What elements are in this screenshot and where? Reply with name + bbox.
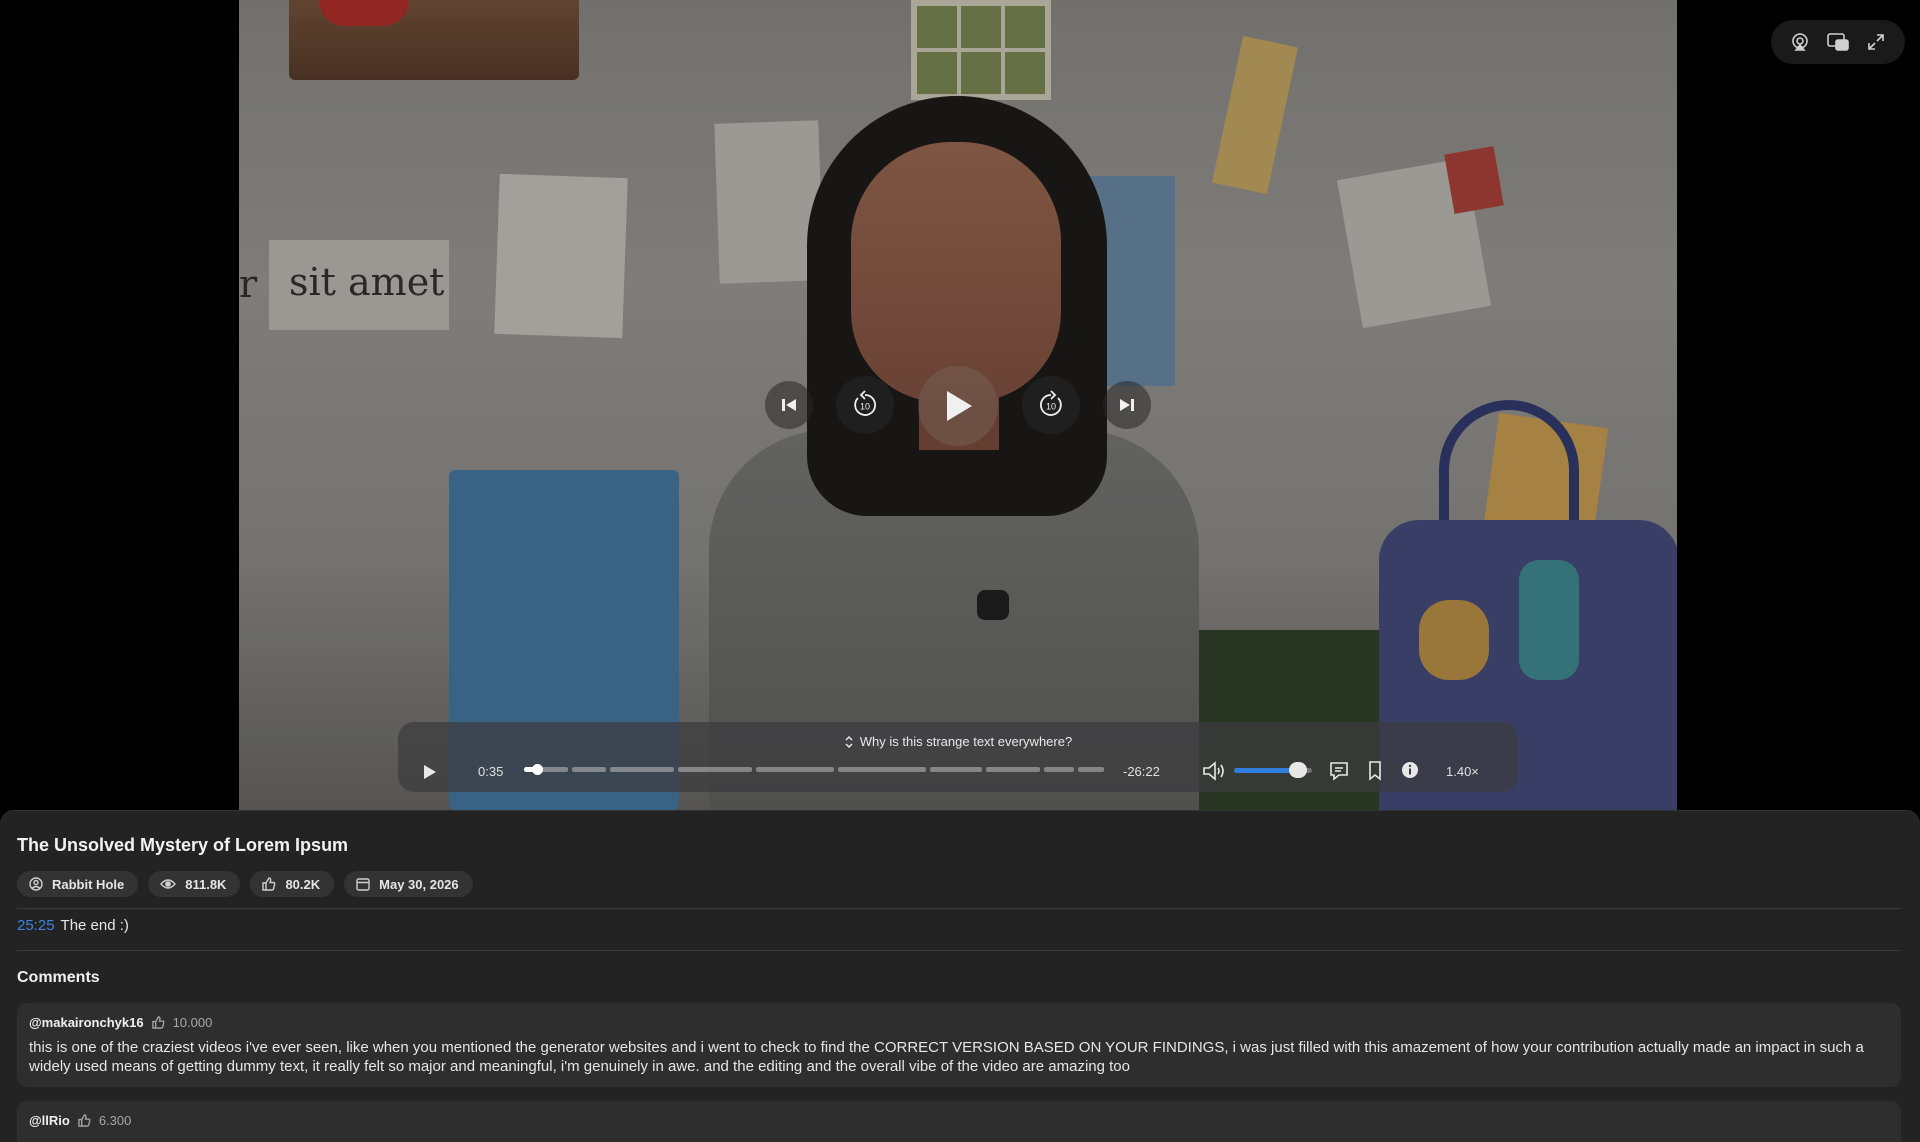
time-remaining: -26:22	[1123, 764, 1160, 779]
chapter-timestamp-link[interactable]: 25:25	[17, 917, 55, 934]
play-icon	[947, 391, 972, 421]
comment-author[interactable]: @makaironchyk16	[29, 1015, 144, 1030]
comment-likes: 6.300	[98, 1113, 132, 1128]
progress-scrubber[interactable]	[524, 764, 1104, 775]
skip-next-icon	[1120, 399, 1134, 411]
chapter-segment	[678, 767, 752, 772]
skip-previous-button[interactable]	[765, 381, 813, 429]
play-icon	[424, 765, 436, 779]
picture-in-picture-icon[interactable]	[1823, 27, 1853, 57]
captions-button[interactable]	[1328, 760, 1352, 784]
time-elapsed: 0:35	[478, 764, 504, 779]
divider	[17, 908, 1901, 909]
video-stage[interactable]: r sit amet 10 10 Why is this strange tex…	[0, 0, 1920, 810]
forward-10-icon: 10	[1039, 390, 1062, 416]
thumbs-up-icon	[151, 1016, 165, 1029]
comment-card: @makaironchyk16 10.000 this is one of th…	[17, 1003, 1901, 1087]
chapter-segment	[756, 767, 834, 772]
eye-icon	[160, 879, 177, 889]
volume-button[interactable]	[1202, 760, 1228, 784]
fullscreen-icon[interactable]	[1861, 27, 1891, 57]
svg-text:10: 10	[860, 402, 870, 412]
volume-knob[interactable]	[1288, 762, 1307, 778]
chapter-segment	[930, 767, 982, 772]
divider	[17, 950, 1901, 951]
channel-chip[interactable]: Rabbit Hole	[17, 871, 139, 897]
chapter-segment	[572, 767, 606, 772]
airplay-icon[interactable]	[1785, 27, 1815, 57]
rewind-10-button[interactable]: 10	[836, 376, 894, 434]
channel-name: Rabbit Hole	[52, 876, 125, 892]
video-player-app: r sit amet 10 10 Why is this strange tex…	[0, 0, 1920, 1142]
calendar-icon	[356, 878, 370, 891]
details-panel: The Unsolved Mystery of Lorem Ipsum Rabb…	[0, 810, 1920, 1142]
user-circle-icon	[29, 877, 43, 891]
forward-10-button[interactable]: 10	[1022, 376, 1080, 434]
video-title: The Unsolved Mystery of Lorem Ipsum	[17, 835, 349, 855]
likes-count: 80.2K	[285, 876, 321, 892]
chevron-updown-icon	[845, 735, 853, 748]
svg-text:10: 10	[1046, 402, 1056, 412]
bar-play-button[interactable]	[418, 760, 442, 784]
publish-date: May 30, 2026	[379, 876, 459, 892]
skip-previous-icon	[782, 399, 796, 411]
bookmark-button[interactable]	[1366, 760, 1390, 784]
comment-header: @makaironchyk16 10.000	[29, 1015, 1889, 1030]
comments-heading: Comments	[17, 969, 100, 986]
chapter-segment	[1078, 767, 1104, 772]
views-count: 811.8K	[185, 876, 227, 892]
rewind-10-icon: 10	[854, 390, 877, 416]
chapter-segment	[610, 767, 674, 772]
captions-icon	[1330, 762, 1348, 781]
thumbs-up-icon	[262, 877, 276, 891]
info-button[interactable]	[1400, 760, 1424, 784]
chapter-segment	[986, 767, 1040, 772]
skip-next-button[interactable]	[1103, 381, 1151, 429]
chapter-list-item[interactable]: 25:25 The end :)	[17, 917, 129, 935]
date-chip: May 30, 2026	[344, 871, 473, 897]
progress-knob[interactable]	[531, 764, 543, 775]
chapter-segment	[838, 767, 926, 772]
comment-card: @llRio 6.300	[17, 1101, 1901, 1142]
chapter-selector[interactable]: Why is this strange text everywhere?	[398, 734, 1518, 749]
meta-row: Rabbit Hole 811.8K 80.2K May 30, 2026	[17, 871, 473, 897]
chapter-item-text: The end :)	[60, 917, 129, 934]
views-chip: 811.8K	[148, 871, 241, 897]
comment-likes: 10.000	[172, 1015, 213, 1030]
chapter-title: Why is this strange text everywhere?	[859, 734, 1073, 749]
comment-header: @llRio 6.300	[29, 1113, 1889, 1128]
playback-speed-button[interactable]: 1.40×	[1446, 764, 1479, 779]
volume-slider[interactable]	[1234, 762, 1312, 778]
info-icon	[1402, 762, 1418, 778]
play-button[interactable]	[918, 366, 998, 446]
chapter-segment	[1044, 767, 1074, 772]
speaker-icon	[1203, 761, 1224, 781]
likes-chip[interactable]: 80.2K	[250, 871, 335, 897]
bookmark-icon	[1369, 761, 1381, 781]
control-bar: Why is this strange text everywhere? 0:3…	[398, 722, 1518, 792]
thumbs-up-icon	[78, 1114, 91, 1127]
comment-author[interactable]: @llRio	[29, 1113, 70, 1128]
comment-text: this is one of the craziest videos i've …	[29, 1039, 1864, 1075]
window-controls	[1771, 20, 1905, 64]
